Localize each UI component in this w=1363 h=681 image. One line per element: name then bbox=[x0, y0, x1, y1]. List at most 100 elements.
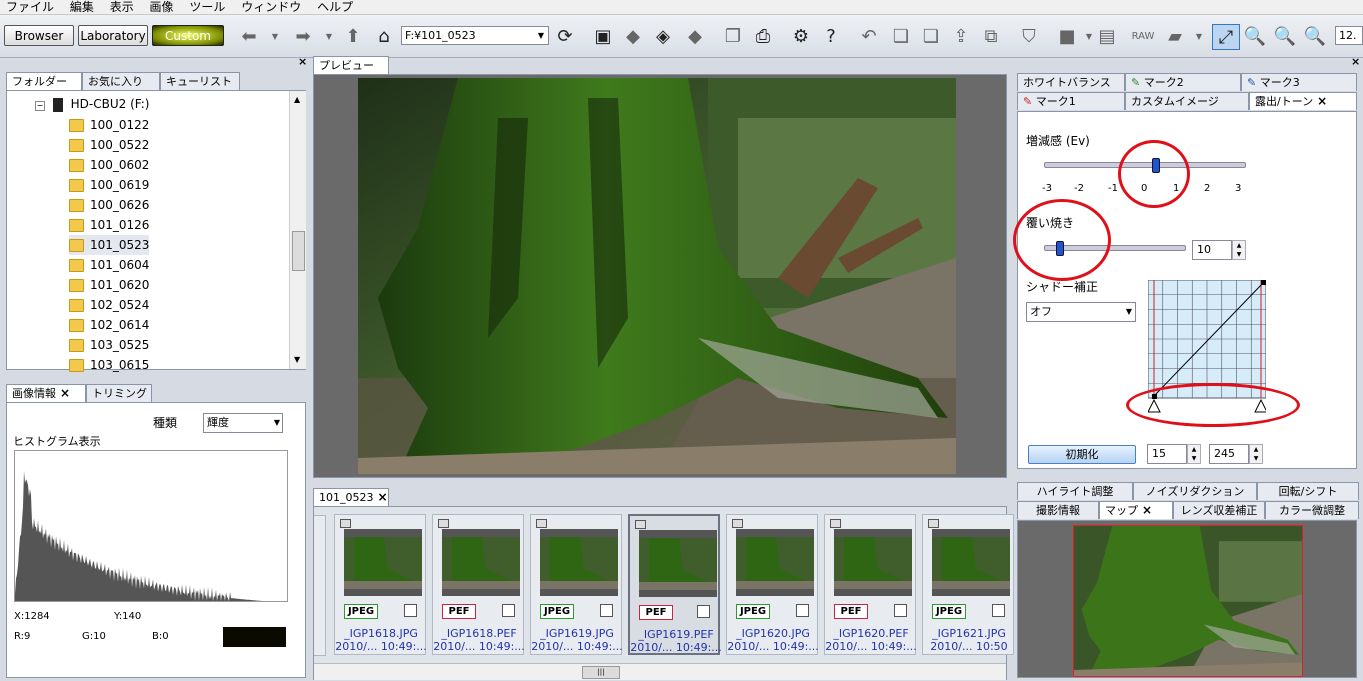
menu-tools[interactable]: ツール bbox=[183, 0, 231, 14]
thumbnail[interactable]: JPEG _IGP1621.JPG 2010/... 10:50 bbox=[922, 514, 1014, 655]
browser-mode-button[interactable]: Browser bbox=[4, 25, 74, 46]
tab-mark2[interactable]: ✎ マーク2 bbox=[1125, 73, 1241, 91]
chevron-down-icon[interactable]: ▼ bbox=[274, 414, 280, 432]
select-checkbox[interactable] bbox=[502, 604, 515, 617]
spin-buttons[interactable]: ▲ ▼ bbox=[1187, 444, 1201, 464]
folder-icon[interactable]: ▰ bbox=[1162, 24, 1188, 48]
custom-mode-button[interactable]: Custom bbox=[152, 25, 224, 46]
tab-custom-image[interactable]: カスタムイメージ bbox=[1125, 92, 1249, 110]
collapse-icon[interactable]: − bbox=[35, 101, 45, 111]
fit-icon[interactable]: ⤢ bbox=[1212, 24, 1240, 50]
scroll-down-icon[interactable]: ▼ bbox=[294, 355, 300, 364]
window-icon[interactable]: ▣ bbox=[590, 24, 616, 48]
folder-item[interactable]: 101_0620 bbox=[69, 275, 149, 295]
folder-item[interactable]: 100_0522 bbox=[69, 135, 149, 155]
folder-dropdown-icon[interactable]: ▼ bbox=[1186, 24, 1212, 48]
close-icon[interactable]: × bbox=[1351, 55, 1360, 68]
spin-buttons[interactable]: ▲ ▼ bbox=[1249, 444, 1263, 464]
batch-icon[interactable]: ⧉ bbox=[978, 24, 1004, 48]
tab-trimming[interactable]: トリミング bbox=[86, 384, 152, 402]
folder-item[interactable]: 100_0626 bbox=[69, 195, 149, 215]
close-icon[interactable]: × bbox=[60, 386, 70, 400]
menu-view[interactable]: 表示 bbox=[104, 0, 140, 14]
tab-white-balance[interactable]: ホワイトバランス bbox=[1017, 73, 1125, 91]
select-checkbox[interactable] bbox=[796, 604, 809, 617]
zoom-in-icon[interactable]: 🔍 bbox=[1272, 24, 1298, 48]
diamond-icon[interactable]: ◆ bbox=[682, 24, 708, 48]
select-checkbox[interactable] bbox=[697, 605, 710, 618]
spin-buttons[interactable]: ▲ ▼ bbox=[1232, 240, 1246, 260]
close-icon[interactable]: × bbox=[378, 490, 388, 504]
back-dropdown-icon[interactable]: ▼ bbox=[262, 24, 288, 48]
paste-settings-icon[interactable]: ❏ bbox=[918, 24, 944, 48]
tab-preview[interactable]: プレビュー× bbox=[313, 56, 389, 89]
menu-window[interactable]: ウィンドウ bbox=[235, 0, 307, 14]
folder-item[interactable]: 100_0602 bbox=[69, 155, 149, 175]
tab-exposure-tone[interactable]: 露出/トーン × bbox=[1249, 92, 1357, 110]
navigator-image[interactable] bbox=[1073, 525, 1303, 677]
folder-item[interactable]: 101_0604 bbox=[69, 255, 149, 275]
tab-highlight[interactable]: ハイライト調整 bbox=[1017, 482, 1133, 500]
help-icon[interactable]: ? bbox=[818, 24, 844, 48]
select-checkbox[interactable] bbox=[404, 604, 417, 617]
scroll-up-icon[interactable]: ▲ bbox=[294, 95, 300, 104]
filter-icon[interactable]: ⛉ bbox=[1016, 24, 1042, 48]
folder-item[interactable]: 100_0122 bbox=[69, 115, 149, 135]
tone-curve[interactable] bbox=[1147, 279, 1268, 413]
raw-icon[interactable]: RAW bbox=[1130, 24, 1156, 48]
thumbnail[interactable]: JPEG _IGP1619.JPG 2010/... 10:49:... bbox=[530, 514, 623, 655]
close-icon[interactable]: × bbox=[1317, 94, 1327, 108]
gear-icon[interactable]: ⚙ bbox=[788, 24, 814, 48]
refresh-icon[interactable]: ⟳ bbox=[552, 24, 578, 48]
folder-item[interactable]: 103_0525 bbox=[69, 335, 149, 355]
close-icon[interactable]: × bbox=[1142, 503, 1152, 517]
forward-dropdown-icon[interactable]: ▼ bbox=[316, 24, 342, 48]
high-value-field[interactable]: 245 bbox=[1209, 444, 1249, 464]
folder-item[interactable]: 103_0615 bbox=[69, 355, 149, 375]
menu-help[interactable]: ヘルプ bbox=[311, 0, 359, 14]
partial-thumbnail[interactable] bbox=[314, 515, 326, 656]
tab-queue-list[interactable]: キューリスト bbox=[160, 72, 240, 90]
horizontal-scrollbar[interactable]: ||| bbox=[314, 663, 1006, 680]
reset-button[interactable]: 初期化 bbox=[1028, 445, 1136, 464]
tab-lens-correction[interactable]: レンズ収差補正 bbox=[1173, 501, 1265, 519]
laboratory-mode-button[interactable]: Laboratory bbox=[78, 25, 148, 46]
close-icon[interactable]: × bbox=[298, 55, 307, 68]
copy-icon[interactable]: ❐ bbox=[720, 24, 746, 48]
dodge-value-field[interactable]: 10 bbox=[1192, 240, 1232, 260]
up-arrow-icon[interactable]: ⬆ bbox=[340, 24, 366, 48]
address-combobox[interactable]: F:¥101_0523 ▼ bbox=[401, 26, 549, 45]
undo-icon[interactable]: ↶ bbox=[856, 24, 882, 48]
tab-folder[interactable]: フォルダー× bbox=[6, 72, 82, 105]
zoom-out-icon[interactable]: 🔍 bbox=[1242, 24, 1268, 48]
print-icon[interactable]: ⎙ bbox=[750, 24, 776, 48]
tab-folder-view[interactable]: 101_0523 × bbox=[313, 488, 389, 506]
thumbnail[interactable]: JPEG _IGP1618.JPG 2010/... 10:49:... bbox=[334, 514, 427, 655]
back-arrow-icon[interactable]: ⬅ bbox=[236, 24, 262, 48]
tab-favorites[interactable]: お気に入り bbox=[82, 72, 160, 90]
folder-item[interactable]: 101_0126 bbox=[69, 215, 149, 235]
diamond-left-icon[interactable]: ◆ bbox=[620, 24, 646, 48]
menu-edit[interactable]: 編集 bbox=[64, 0, 100, 14]
folder-item[interactable]: 102_0614 bbox=[69, 315, 149, 335]
thumbnail[interactable]: PEF _IGP1618.PEF 2010/... 10:49:... bbox=[432, 514, 525, 655]
folder-item[interactable]: 100_0619 bbox=[69, 175, 149, 195]
thumbnail[interactable]: PEF _IGP1620.PEF 2010/... 10:49:... bbox=[824, 514, 917, 655]
tab-rotate-shift[interactable]: 回転/シフト bbox=[1257, 482, 1359, 500]
chevron-down-icon[interactable]: ▼ bbox=[1126, 303, 1132, 321]
shadow-select[interactable]: オフ ▼ bbox=[1026, 302, 1136, 322]
chevron-down-icon[interactable]: ▼ bbox=[534, 27, 548, 44]
menu-file[interactable]: ファイル bbox=[0, 0, 60, 14]
kind-select[interactable]: 輝度 ▼ bbox=[203, 413, 283, 433]
select-checkbox[interactable] bbox=[992, 604, 1005, 617]
scrollbar-thumb[interactable] bbox=[292, 231, 305, 271]
zoom-field[interactable]: 12. bbox=[1335, 26, 1363, 45]
scrollbar-thumb[interactable]: ||| bbox=[582, 666, 620, 679]
home-icon[interactable]: ⌂ bbox=[371, 24, 397, 48]
folder-item[interactable]: 101_0523 bbox=[69, 235, 150, 255]
low-value-field[interactable]: 15 bbox=[1147, 444, 1187, 464]
drive-node[interactable]: − HD-CBU2 (F:) bbox=[35, 97, 149, 112]
tab-mark1[interactable]: ✎ マーク1 bbox=[1017, 92, 1125, 110]
forward-arrow-icon[interactable]: ➡ bbox=[290, 24, 316, 48]
tab-color-adjust[interactable]: カラー微調整 bbox=[1265, 501, 1359, 519]
